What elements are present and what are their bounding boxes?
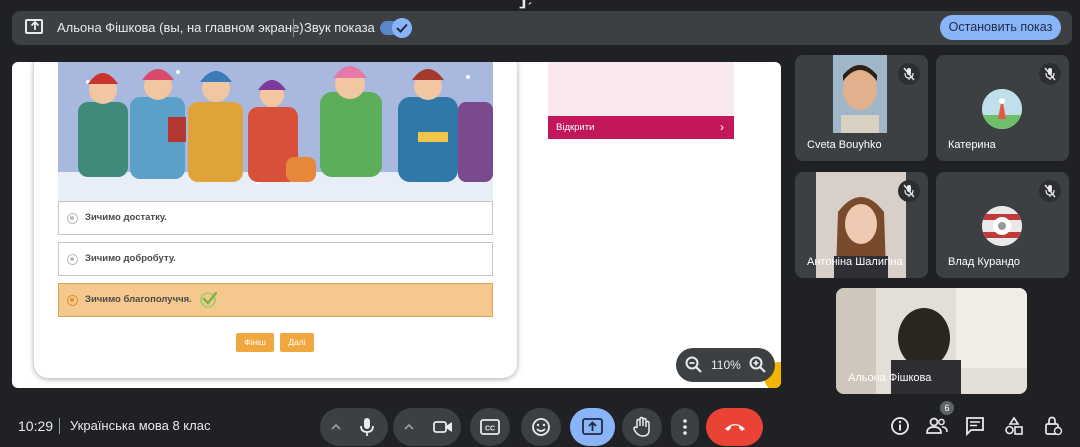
captions-icon: CC: [480, 419, 500, 435]
radio-button[interactable]: [67, 295, 78, 306]
present-screen-icon: [25, 19, 43, 34]
info-panel: [548, 62, 734, 116]
raise-hand-button[interactable]: [622, 408, 662, 446]
radio-button[interactable]: [67, 254, 78, 265]
quiz-card: Зичимо достатку. Зичимо добробуту. Зичим…: [34, 62, 517, 378]
reactions-button[interactable]: [521, 408, 561, 446]
finish-button[interactable]: Фініш: [236, 333, 274, 352]
host-controls-icon[interactable]: [1043, 416, 1067, 440]
more-vertical-icon: [683, 419, 687, 435]
mic-off-icon: [898, 63, 920, 85]
meeting-clock: 10:29: [18, 418, 54, 434]
meeting-title: Українська мова 8 клас: [70, 418, 211, 433]
meeting-info-icon[interactable]: [890, 416, 914, 440]
answer-option-selected[interactable]: Зичимо благополуччя.: [58, 283, 493, 317]
open-button-label: Відкрити: [556, 122, 595, 133]
participant-name: Cveta Bouyhko: [807, 139, 882, 151]
answer-text: Зичимо достатку.: [85, 212, 167, 223]
participant-tile[interactable]: Катерина: [936, 55, 1069, 161]
chevron-up-icon[interactable]: [403, 422, 415, 432]
more-options-button[interactable]: [671, 408, 699, 446]
divider: [293, 19, 294, 37]
presenter-status-text: Альона Фішкова (вы, на главном экране): [57, 20, 304, 35]
chevron-right-icon: ›: [720, 120, 724, 134]
participant-tile[interactable]: Влад Курандо: [936, 172, 1069, 278]
hang-up-icon: [725, 424, 745, 431]
end-call-button[interactable]: [706, 408, 763, 446]
participant-name: Катерина: [948, 139, 996, 151]
presentation-audio-label: Звук показа: [304, 20, 375, 35]
quiz-illustration: [58, 62, 493, 201]
correct-check-icon: [199, 289, 219, 314]
divider: [59, 418, 60, 434]
presentation-audio-toggle[interactable]: [380, 18, 412, 38]
zoom-out-icon[interactable]: [685, 356, 703, 379]
check-icon: [392, 18, 412, 38]
participant-tile[interactable]: Антоніна Шалигіна: [795, 172, 928, 278]
shared-screen: Зичимо достатку. Зичимо добробуту. Зичим…: [12, 62, 781, 388]
participant-count-badge: 6: [940, 401, 954, 415]
zoom-in-icon[interactable]: [749, 356, 767, 379]
open-button[interactable]: Відкрити ›: [548, 116, 734, 139]
hand-icon: [633, 416, 650, 437]
mic-control-group: [320, 408, 388, 446]
answer-option[interactable]: Зичимо достатку.: [58, 201, 493, 235]
participant-name: Влад Курандо: [948, 256, 1020, 268]
present-screen-icon: [582, 418, 603, 435]
avatar: [982, 206, 1022, 246]
next-button[interactable]: Далі: [280, 333, 314, 352]
chat-icon[interactable]: [965, 416, 989, 440]
mic-off-icon: [1039, 180, 1061, 202]
microphone-icon[interactable]: [358, 417, 376, 437]
svg-text:CC: CC: [485, 426, 495, 433]
zoom-control: 110%: [676, 348, 775, 382]
answer-option[interactable]: Зичимо добробуту.: [58, 242, 493, 276]
participant-name: Антоніна Шалигіна: [807, 256, 903, 268]
zoom-level: 110%: [711, 358, 741, 372]
present-button[interactable]: [570, 408, 615, 446]
emoji-icon: [532, 418, 550, 436]
people-icon[interactable]: [926, 416, 950, 440]
mic-off-icon: [1039, 63, 1061, 85]
camera-icon[interactable]: [433, 419, 453, 435]
answer-text: Зичимо благополуччя.: [85, 294, 192, 305]
stop-presenting-button[interactable]: Остановить показ: [940, 15, 1061, 40]
self-view-tile[interactable]: Альона Фішкова: [836, 288, 1027, 394]
participant-video: [833, 55, 887, 133]
avatar: [982, 89, 1022, 129]
chevron-up-icon[interactable]: [330, 422, 342, 432]
participant-name: Альона Фішкова: [848, 372, 932, 384]
captions-button[interactable]: CC: [470, 408, 510, 446]
answer-text: Зичимо добробуту.: [85, 253, 176, 264]
presenting-bar: Альона Фішкова (вы, на главном экране) З…: [12, 11, 1072, 45]
participant-tile[interactable]: Cveta Bouyhko: [795, 55, 928, 161]
mic-off-icon: [898, 180, 920, 202]
radio-button[interactable]: [67, 213, 78, 224]
activities-icon[interactable]: [1004, 416, 1028, 440]
camera-control-group: [393, 408, 461, 446]
